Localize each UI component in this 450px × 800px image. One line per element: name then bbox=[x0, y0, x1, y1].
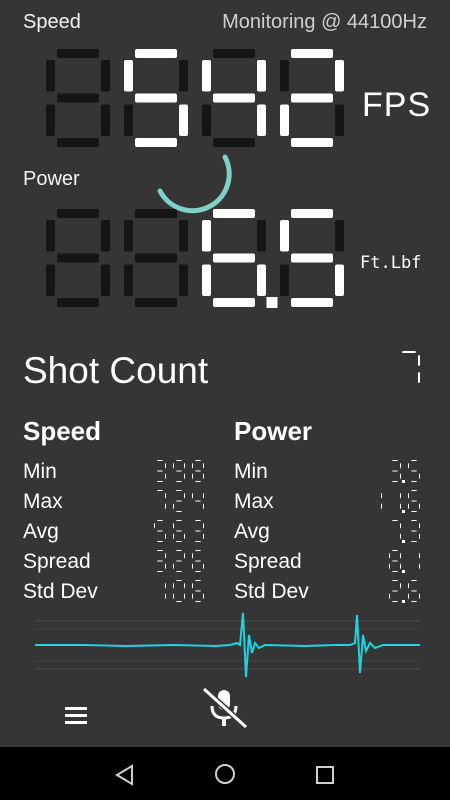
stat-digit bbox=[192, 493, 204, 509]
stat-decimal-point bbox=[402, 600, 405, 603]
power-stats-title: Power bbox=[234, 416, 313, 446]
stat-value bbox=[154, 520, 204, 542]
stat-row: Std Dev bbox=[234, 576, 426, 606]
audio-waveform bbox=[35, 612, 420, 678]
shot-count-label: Shot Count bbox=[23, 350, 209, 391]
power-digit-display bbox=[46, 209, 344, 308]
stat-digit bbox=[389, 550, 401, 572]
speed-digit bbox=[46, 49, 110, 147]
stat-digit bbox=[173, 550, 185, 572]
stat-decimal-point bbox=[402, 570, 405, 573]
speed-digit bbox=[124, 49, 188, 147]
speed-digit bbox=[202, 49, 266, 147]
speed-stats-title: Speed bbox=[23, 416, 102, 446]
stat-name: Max bbox=[234, 490, 274, 513]
stat-digit bbox=[408, 460, 420, 482]
stat-digit bbox=[411, 520, 420, 542]
stat-name: Avg bbox=[234, 520, 270, 543]
stat-digit bbox=[173, 490, 185, 512]
recents-button[interactable] bbox=[312, 762, 338, 788]
home-circle-icon bbox=[215, 764, 235, 784]
stat-digit bbox=[154, 520, 166, 542]
stat-decimal-point bbox=[402, 480, 405, 483]
stat-value bbox=[392, 520, 420, 543]
menu-icon bbox=[65, 707, 87, 724]
stat-row: Max bbox=[234, 486, 426, 516]
power-header-label: Power bbox=[23, 168, 80, 190]
home-button[interactable] bbox=[212, 761, 238, 787]
stat-row: Spread bbox=[23, 546, 210, 576]
stat-row: Min bbox=[234, 456, 426, 486]
stat-value bbox=[157, 460, 204, 482]
stat-digit bbox=[381, 493, 382, 509]
stat-name: Std Dev bbox=[234, 580, 309, 603]
recents-square-icon bbox=[316, 766, 334, 784]
stat-digit bbox=[400, 493, 401, 509]
stat-name: Max bbox=[23, 490, 63, 513]
stat-name: Avg bbox=[23, 520, 59, 543]
stat-digit bbox=[173, 580, 185, 602]
shot-digit bbox=[402, 351, 420, 383]
stat-row: Avg bbox=[23, 516, 210, 546]
mic-off-icon bbox=[201, 686, 249, 730]
power-digit bbox=[124, 209, 188, 307]
stat-digit bbox=[392, 460, 401, 482]
stat-digit bbox=[157, 460, 166, 482]
power-decimal-point bbox=[266, 297, 278, 308]
stat-row: Max bbox=[23, 486, 210, 516]
power-unit: Ft.Lbf bbox=[360, 253, 422, 273]
stat-digit bbox=[389, 580, 401, 602]
stat-value bbox=[157, 490, 204, 512]
stat-value bbox=[381, 490, 420, 513]
stat-row: Avg bbox=[234, 516, 426, 546]
stat-row: Spread bbox=[234, 546, 426, 576]
system-navigation-bar bbox=[0, 747, 450, 800]
speed-digit-display bbox=[46, 49, 344, 147]
stat-decimal-point bbox=[402, 540, 405, 543]
stat-digit bbox=[408, 580, 420, 602]
power-digit bbox=[46, 209, 110, 307]
monitoring-status: Monitoring @ 44100Hz bbox=[222, 11, 427, 33]
stat-name: Spread bbox=[23, 550, 91, 573]
stat-digit bbox=[192, 460, 204, 482]
speed-unit: FPS bbox=[362, 86, 432, 124]
stat-value bbox=[392, 460, 420, 483]
stat-digit bbox=[192, 550, 204, 572]
stat-value bbox=[389, 580, 420, 603]
stat-value bbox=[157, 550, 204, 572]
stat-name: Min bbox=[234, 460, 268, 483]
stat-digit bbox=[195, 520, 204, 542]
stat-digit bbox=[419, 553, 420, 569]
stat-name: Std Dev bbox=[23, 580, 98, 603]
stat-digit bbox=[157, 490, 166, 509]
stat-digit bbox=[173, 460, 185, 482]
mic-toggle-button[interactable] bbox=[198, 685, 252, 731]
power-digit bbox=[202, 209, 266, 307]
stat-digit bbox=[408, 490, 420, 512]
stat-digit bbox=[173, 520, 185, 542]
stat-row: Std Dev bbox=[23, 576, 210, 606]
stat-digit bbox=[165, 583, 166, 599]
stat-digit bbox=[392, 520, 401, 539]
stat-decimal-point bbox=[402, 510, 405, 513]
shot-count-value bbox=[402, 351, 420, 383]
menu-button[interactable] bbox=[62, 704, 92, 730]
speed-digit bbox=[280, 49, 344, 147]
back-triangle-icon bbox=[115, 764, 133, 786]
stat-digit bbox=[157, 550, 166, 572]
stat-value bbox=[165, 580, 204, 602]
power-digit bbox=[280, 209, 344, 307]
stat-value bbox=[389, 550, 420, 573]
back-button[interactable] bbox=[112, 762, 138, 788]
stat-name: Min bbox=[23, 460, 57, 483]
stat-digit bbox=[192, 580, 204, 602]
speed-header-label: Speed bbox=[23, 11, 81, 33]
stat-name: Spread bbox=[234, 550, 302, 573]
stat-row: Min bbox=[23, 456, 210, 486]
